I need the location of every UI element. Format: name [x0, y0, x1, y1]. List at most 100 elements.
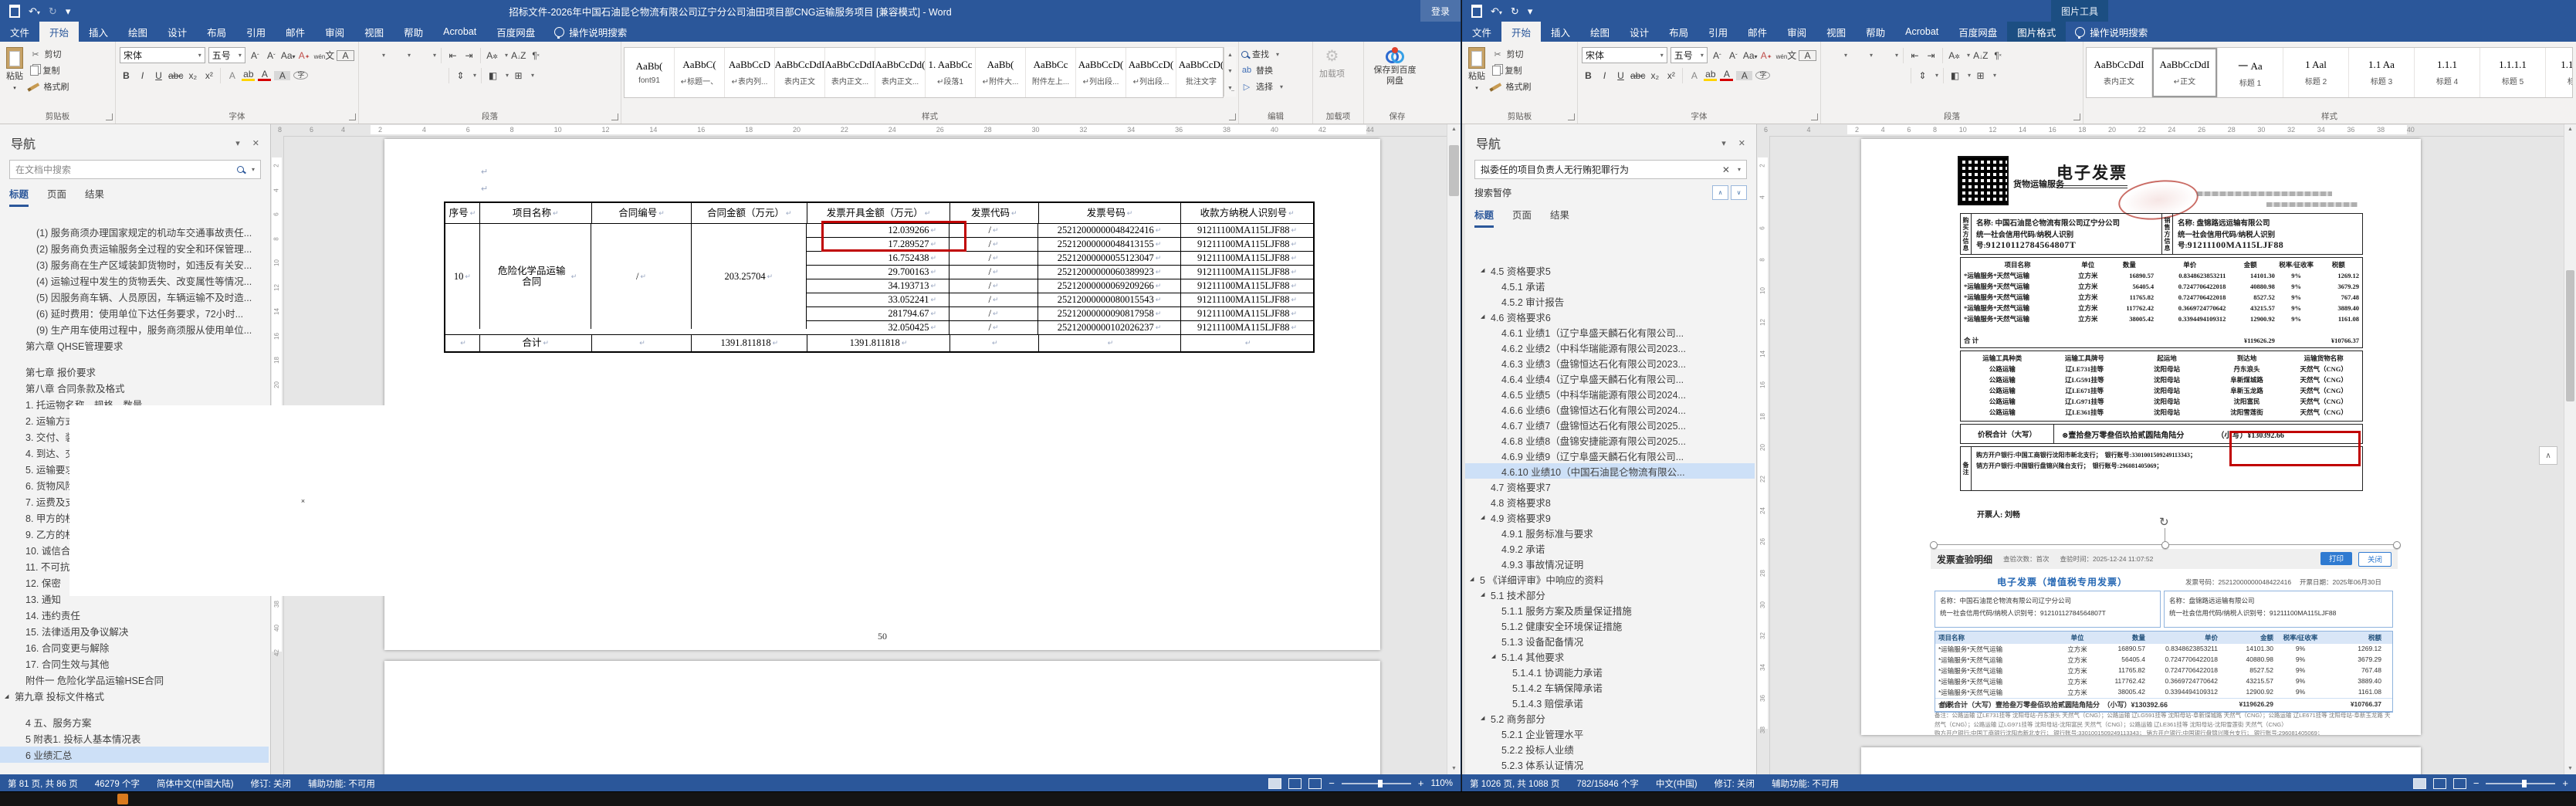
document-canvas[interactable]: 货物运输服务 电子发票 购买方信息 名称: 中国石油昆仑物流有限公司辽宁分公司 … [1770, 136, 2564, 774]
format-painter-button[interactable]: 格式刷 [1492, 80, 1531, 93]
copy-button[interactable]: 复制 [1492, 64, 1531, 76]
next-result-icon[interactable]: ∨ [1731, 185, 1747, 200]
underline-icon[interactable]: U [1614, 71, 1627, 80]
phonetic-guide-icon[interactable]: wén文 [1776, 51, 1797, 60]
font-dialog-launcher[interactable] [349, 113, 356, 120]
highlight-color-icon[interactable]: ab [1704, 69, 1718, 81]
tab-insert[interactable]: 插入 [79, 22, 118, 42]
tab-picture-format[interactable]: 图片格式 [2007, 22, 2067, 42]
font-dialog-launcher[interactable] [1811, 113, 1818, 120]
nav-heading-item[interactable]: ◢ 4.9 资格要求9 [1465, 510, 1755, 525]
collapse-triangle-icon[interactable]: ◢ [5, 693, 15, 699]
nav-heading-item[interactable]: ◢ 5 《详细评审》中响应的资料 [1465, 571, 1755, 587]
save-icon[interactable] [9, 4, 20, 18]
shading-icon[interactable]: ◧ [486, 71, 499, 80]
tab-mailings[interactable]: 邮件 [1738, 22, 1777, 42]
style-card[interactable]: AaBb( ↵附件大... [976, 48, 1026, 97]
shrink-font-icon[interactable]: Aˇ [1727, 51, 1740, 60]
tab-help[interactable]: 帮助 [394, 22, 433, 42]
shading-icon[interactable]: ◧ [1948, 71, 1962, 80]
replace-button[interactable]: ab 替换 [1241, 64, 1283, 76]
close-button[interactable]: 关闭 [2358, 551, 2392, 567]
nav-heading-item[interactable]: ◢ 4.6.8 业绩8（盘锦安捷能源有限公司2025... [1465, 432, 1755, 448]
clipboard-dialog-launcher[interactable] [106, 113, 113, 120]
style-card[interactable]: 1.1 Aa 标题 3 [2349, 48, 2415, 97]
nav-heading-item[interactable]: ◢ 第六章 QHSE管理要求 [0, 337, 269, 354]
tab-help[interactable]: 帮助 [1856, 22, 1895, 42]
nav-heading-item[interactable]: ◢ 第八章 合同条款及格式 [0, 380, 269, 396]
tab-file[interactable]: 文件 [0, 22, 39, 42]
nav-heading-item[interactable]: ◢ 4.5 资格要求5 [1465, 262, 1755, 278]
invoice-verification-image[interactable]: 发票查验明细 查验次数：首次 查验时间：2025-12-24 11:07:52 … [1931, 544, 2398, 735]
style-card[interactable]: AaBbCcDdI 表内正文 [775, 48, 825, 97]
collapse-triangle-icon[interactable]: ◢ [1481, 267, 1491, 273]
status-word-count[interactable]: 46279 个字 [95, 777, 140, 790]
superscript-icon[interactable]: x² [1664, 71, 1677, 80]
borders-icon[interactable]: ⊞ [1974, 71, 1987, 80]
tab-layout[interactable]: 布局 [1659, 22, 1698, 42]
tab-design[interactable]: 设计 [157, 22, 197, 42]
style-card[interactable]: AaBbCcD ↵表内列... [725, 48, 775, 97]
styles-scroll-down-icon[interactable]: ▼ [1224, 63, 1236, 80]
status-page[interactable]: 第 1026 页, 共 1088 页 [1470, 777, 1559, 790]
nav-heading-item[interactable]: ◢ 16. 合同变更与解除 [0, 639, 269, 655]
nav-heading-item[interactable]: ◢ 6 业绩汇总 [0, 747, 269, 763]
nav-heading-item[interactable]: ◢ 5.1.4.1 协调能力承诺 [1465, 664, 1755, 679]
nav-heading-item[interactable]: ◢ 第七章 报价要求 [0, 364, 269, 380]
tab-design[interactable]: 设计 [1620, 22, 1659, 42]
format-painter-button[interactable]: 格式刷 [30, 80, 69, 93]
status-language[interactable]: 中文(中国) [1656, 777, 1698, 790]
nav-heading-item[interactable]: ◢ 4.9.3 事故情况证明 [1465, 556, 1755, 571]
collapse-triangle-icon[interactable]: ◢ [1481, 514, 1491, 520]
tab-layout[interactable]: 布局 [197, 22, 236, 42]
nav-heading-item[interactable]: ◢ 4.6.6 业绩6（盘锦恒达石化有限公司2024... [1465, 401, 1755, 417]
selection-handle[interactable] [2393, 541, 2401, 549]
customize-qat-icon[interactable]: ▾ [66, 6, 71, 16]
collapse-triangle-icon[interactable]: ◢ [1470, 576, 1480, 582]
nav-heading-item[interactable]: ◢ 5.1.1 服务方案及质量保证措施 [1465, 602, 1755, 618]
zoom-slider[interactable] [1341, 779, 1411, 787]
tell-me-search[interactable]: 操作说明搜索 [2066, 22, 2157, 42]
nav-heading-item[interactable]: ◢ 14. 违约责任 [0, 607, 269, 623]
superscript-icon[interactable]: x² [202, 71, 215, 80]
style-card[interactable]: AaBbCc 附件左上... [1026, 48, 1076, 97]
nav-search-input[interactable]: 在文档中搜索 ▾ [9, 160, 261, 179]
nav-heading-item[interactable]: ◢ 17. 合同生效与其他 [0, 655, 269, 672]
nav-heading-item[interactable]: ◢ 5.2 商务部分 [1465, 710, 1755, 726]
collapse-triangle-icon[interactable]: ◢ [1491, 653, 1501, 659]
tab-acrobat[interactable]: Acrobat [1895, 22, 1948, 42]
zoom-in-icon[interactable]: + [2562, 777, 2568, 789]
styles-scroll-up-icon[interactable]: ▲ [1224, 47, 1236, 63]
increase-indent-icon[interactable]: ⇥ [1924, 51, 1938, 60]
show-formatting-marks-icon[interactable]: ¶˟ [529, 51, 542, 60]
cut-button[interactable]: ✂ 剪切 [1492, 48, 1531, 60]
nav-heading-item[interactable]: ◢ 4.6.7 业绩7（盘锦恒达石化有限公司2025... [1465, 417, 1755, 432]
status-word-count[interactable]: 782/15846 个字 [1576, 777, 1639, 790]
style-card[interactable]: AaBbC( ↵标题一、 [675, 48, 725, 97]
line-spacing-icon[interactable]: ⇕ [1916, 71, 1929, 80]
paste-button[interactable]: 粘贴 ▾ [2, 45, 27, 95]
invoice-image[interactable]: 货物运输服务 电子发票 购买方信息 名称: 中国石油昆仑物流有限公司辽宁分公司 … [1935, 154, 2382, 523]
nav-heading-item[interactable]: ◢ (5) 因服务商车辆、人员原因，车辆运输不及时造... [0, 289, 269, 305]
nav-tab-headings[interactable]: 标题 [9, 186, 29, 207]
grow-font-icon[interactable]: Aˆ [249, 51, 262, 60]
nav-heading-item[interactable]: ◢ (9) 生产用车使用过程中，服务商须服从使用单位... [0, 321, 269, 337]
zoom-out-icon[interactable]: − [2473, 777, 2480, 789]
tab-home[interactable]: 开始 [39, 22, 80, 42]
rotate-handle-icon[interactable]: ↻ [2159, 515, 2169, 529]
login-button[interactable]: 登录 [1420, 0, 1461, 22]
document-page-next[interactable] [1861, 747, 2421, 774]
paragraph-dialog-launcher[interactable] [2073, 113, 2080, 120]
nav-heading-item[interactable]: ◢ 5.1.4 其他要求 [1465, 649, 1755, 664]
horizontal-ruler[interactable]: 642 246810121416182022242628303234363840 [1756, 124, 2564, 137]
tab-home[interactable]: 开始 [1501, 22, 1542, 42]
nav-tab-pages[interactable]: 页面 [47, 186, 66, 207]
tab-mailings[interactable]: 邮件 [276, 22, 315, 42]
enclose-characters-icon[interactable]: 字 [293, 71, 309, 80]
tab-references[interactable]: 引用 [1698, 22, 1738, 42]
italic-icon[interactable]: I [136, 71, 149, 80]
document-page-next[interactable] [384, 661, 1380, 774]
nav-heading-item[interactable]: ◢ 第九章 投标文件格式 [0, 688, 269, 704]
font-name-select[interactable]: 宋体 ▾ [1582, 47, 1667, 63]
nav-tab-results[interactable]: 结果 [85, 186, 104, 207]
